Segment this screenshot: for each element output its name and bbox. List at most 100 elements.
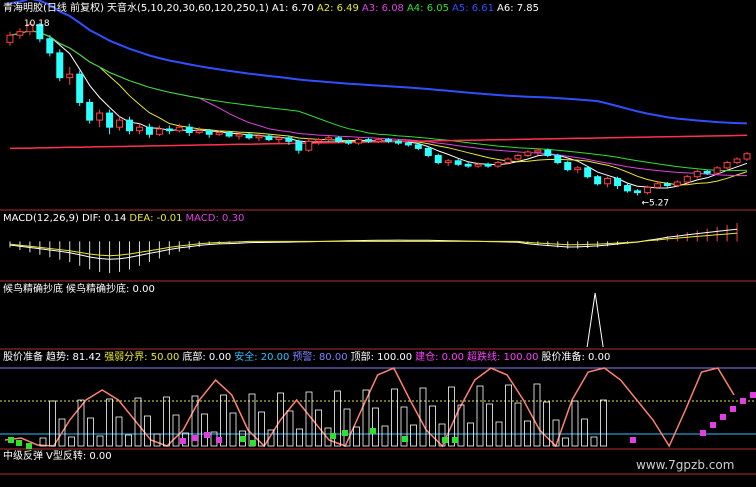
candle-body	[424, 147, 432, 156]
strength-bar	[96, 435, 104, 447]
candle-body	[315, 139, 323, 142]
magenta-marker	[204, 432, 210, 438]
strength-bar	[590, 436, 598, 447]
candle-body	[673, 181, 681, 187]
candle-body	[663, 183, 671, 187]
candle-body	[564, 162, 572, 171]
candle-body	[574, 167, 582, 171]
candle-body	[205, 130, 213, 135]
candle-body	[66, 73, 74, 79]
candle-body	[255, 135, 263, 139]
green-marker	[342, 430, 348, 436]
strength-bar	[391, 388, 398, 447]
candle-body	[384, 139, 392, 142]
strength-bar	[115, 416, 123, 447]
panel4-reading: 趋势: 81.42	[46, 352, 102, 363]
magenta-marker	[700, 430, 706, 436]
panel2-header: MACD(12,26,9) DIF: 0.14 DEA: -0.01 MACD: 0.…	[3, 213, 250, 225]
candle-body	[96, 112, 104, 121]
magenta-marker	[730, 406, 736, 412]
panel4-reading: 强弱分界: 50.00	[104, 352, 180, 363]
candle-body	[165, 128, 173, 132]
candle-body	[604, 177, 612, 185]
candle-body	[106, 112, 114, 128]
strength-bar	[581, 418, 588, 447]
panel1-indicator: 天音水(5,10,20,30,60,120,250,1)	[106, 3, 269, 14]
strength-bar	[296, 428, 303, 447]
magenta-marker	[720, 414, 726, 420]
panel1-header: 青海明胶(日线 前复权) 天音水(5,10,20,30,60,120,250,1)…	[3, 3, 545, 15]
panel1-reading: A6: 7.85	[497, 3, 540, 14]
strength-bar	[68, 436, 75, 447]
strength-bar	[552, 419, 560, 447]
buy-signal-spike	[586, 292, 604, 348]
candle-body	[145, 126, 153, 135]
green-marker	[330, 433, 336, 439]
panel1-title: 青海明胶(日线 前复权)	[3, 3, 104, 14]
magenta-marker	[710, 422, 716, 428]
panel2-title: MACD(12,26,9)	[3, 213, 79, 224]
candle-body	[404, 142, 412, 146]
strength-bar	[476, 385, 484, 447]
green-marker	[370, 428, 376, 434]
candle-body	[584, 167, 592, 178]
panel4-readings: 趋势: 81.42 强弱分界: 50.00 底部: 0.00 安全: 20.00 预警:…	[46, 352, 613, 363]
strength-bar	[505, 384, 512, 447]
candle-body	[365, 139, 373, 142]
candle-body	[733, 158, 741, 164]
candle-body	[175, 126, 183, 132]
candle-body	[355, 139, 363, 144]
strength-bar	[419, 387, 427, 447]
strength-bar	[571, 400, 579, 447]
panel1-reading: A1: 6.70	[271, 3, 314, 14]
candle-body	[594, 176, 602, 185]
candle-body	[345, 140, 353, 144]
panel1-reading: A5: 6.61	[451, 3, 494, 14]
panel3-readings: 候鸟精确抄底: 0.00	[66, 284, 158, 295]
candle-body	[454, 160, 462, 165]
panel1-reading: A4: 6.05	[406, 3, 449, 14]
strength-bar	[201, 413, 208, 447]
candle-body	[116, 119, 124, 128]
strength-bar	[87, 417, 94, 447]
candle-body	[76, 73, 84, 103]
candle-body	[703, 170, 711, 174]
stock-chart-window: 10.18 ←5.27 青海明胶(日线 前复权) 天音水(5,10,20,30,60…	[0, 0, 756, 487]
strength-bar	[172, 414, 180, 447]
ma20-line	[9, 29, 747, 177]
strength-bar	[486, 403, 493, 447]
green-marker	[8, 437, 14, 443]
strength-bar	[372, 407, 379, 447]
candle-body	[245, 133, 253, 139]
candle-body	[554, 154, 562, 164]
panel2-readings: DIF: 0.14 DEA: -0.01 MACD: 0.30	[82, 213, 247, 224]
candle-body	[265, 135, 273, 141]
green-marker	[442, 437, 448, 443]
candle-body	[185, 126, 193, 133]
strength-bar	[106, 398, 113, 447]
strength-bar	[410, 424, 417, 447]
panel2-reading: DEA: -0.01	[129, 213, 183, 224]
magenta-marker	[740, 398, 746, 404]
chart-canvas[interactable]: 10.18 ←5.27	[0, 0, 756, 487]
panel5-title: 中级反弹	[3, 451, 43, 462]
green-marker	[452, 437, 458, 443]
candle-body	[394, 140, 402, 144]
candle-body	[633, 190, 641, 194]
strength-bar	[514, 402, 522, 447]
candle-body	[474, 163, 482, 167]
high-price-label: 10.18	[24, 19, 50, 29]
panel2-reading: MACD: 0.30	[185, 213, 245, 224]
candle-body	[713, 167, 721, 174]
green-marker	[402, 436, 408, 442]
magenta-marker	[216, 437, 222, 443]
green-marker	[26, 443, 32, 449]
strength-bar	[286, 410, 294, 447]
strength-bar	[533, 383, 541, 447]
ma30-line	[9, 29, 748, 172]
candle-body	[723, 162, 731, 169]
magenta-marker	[180, 438, 186, 444]
candle-body	[46, 38, 54, 54]
candle-body	[653, 183, 661, 188]
candle-body	[693, 170, 701, 178]
